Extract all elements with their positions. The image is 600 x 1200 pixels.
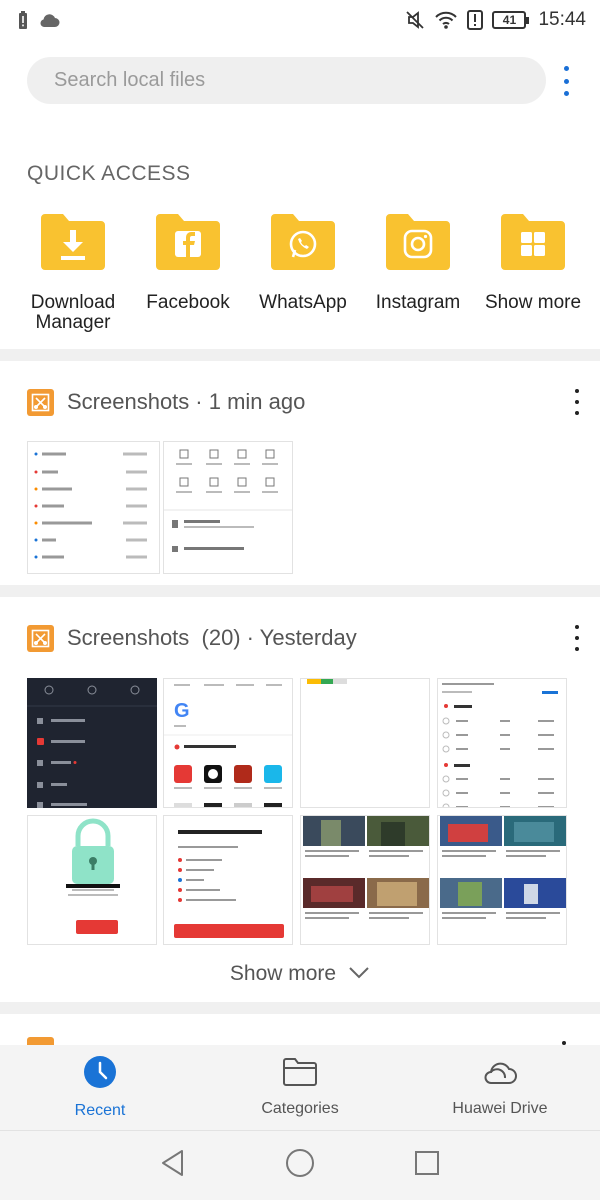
screenshot-thumbnail[interactable] [300, 678, 430, 808]
screenshot-icon [27, 388, 54, 416]
section-divider [0, 1002, 600, 1014]
show-more-button[interactable]: Show more [0, 962, 600, 986]
home-icon[interactable] [285, 1148, 315, 1183]
album-header-partial [27, 1037, 54, 1045]
quick-access-label: WhatsApp [259, 292, 347, 313]
more-options-icon[interactable] [556, 63, 576, 99]
quick-access-label: Facebook [146, 292, 230, 313]
mute-icon [404, 9, 426, 31]
grid-folder-icon [499, 212, 567, 277]
nav-label: Recent [74, 1102, 126, 1119]
show-more-label: Show more [229, 962, 337, 985]
section-divider [0, 585, 600, 597]
quick-access-label: Instagram [375, 292, 461, 313]
quick-access-show-more[interactable]: Show more [478, 212, 588, 333]
folder-icon [282, 1057, 318, 1092]
album-menu-icon[interactable] [572, 387, 582, 417]
screenshot-thumbnail[interactable]: G [163, 678, 293, 808]
quick-access-label: Download Manager [30, 292, 116, 333]
whatsapp-folder-icon [269, 212, 337, 277]
screenshot-icon [27, 624, 54, 652]
nav-recent[interactable]: Recent [0, 1045, 200, 1130]
quick-access-instagram[interactable]: Instagram [363, 212, 473, 333]
album-header[interactable]: Screenshots (20) · Yesterday [27, 623, 582, 653]
instagram-folder-icon [384, 212, 452, 277]
quick-access-facebook[interactable]: Facebook [133, 212, 243, 333]
section-divider [0, 349, 600, 361]
wifi-icon [434, 10, 458, 30]
screenshot-thumbnail[interactable] [27, 678, 157, 808]
quick-access-download-manager[interactable]: Download Manager [18, 212, 128, 333]
status-time: 15:44 [538, 9, 586, 30]
nav-huawei-drive[interactable]: Huawei Drive [400, 1045, 600, 1130]
quick-access-title: QUICK ACCESS [27, 162, 191, 185]
screenshot-thumbnail[interactable] [300, 815, 430, 945]
quick-access-label: Show more [484, 292, 582, 313]
nav-label: Huawei Drive [452, 1100, 548, 1117]
search-input[interactable] [54, 69, 546, 92]
alert-icon [466, 10, 484, 30]
facebook-folder-icon [154, 212, 222, 277]
album-menu-icon[interactable] [572, 623, 582, 653]
bottom-navigation: Recent Categories Huawei Drive [0, 1045, 600, 1130]
quick-access-whatsapp[interactable]: WhatsApp [248, 212, 358, 333]
cloud-drive-icon [482, 1057, 518, 1092]
album-header[interactable]: Screenshots · 1 min ago [27, 387, 582, 417]
nav-categories[interactable]: Categories [200, 1045, 400, 1130]
screenshot-thumbnail[interactable] [437, 678, 567, 808]
quick-access-row: Download Manager Facebook WhatsApp Insta… [18, 212, 588, 333]
nav-label: Categories [261, 1100, 339, 1117]
screenshot-thumbnail[interactable] [163, 815, 293, 945]
screenshot-thumbnail[interactable] [27, 441, 160, 574]
battery-icon: 41 [492, 11, 530, 29]
download-folder-icon [39, 212, 107, 277]
back-icon[interactable] [160, 1149, 186, 1182]
album-title: Screenshots [67, 389, 190, 414]
system-navigation-bar [0, 1130, 600, 1200]
screenshot-thumbnail[interactable] [163, 441, 293, 574]
screenshot-thumbnail[interactable] [27, 815, 157, 945]
cloud-icon [38, 12, 60, 28]
album-time: · Yesterday [246, 625, 357, 650]
screenshot-thumbnail[interactable] [437, 815, 567, 945]
recents-icon[interactable] [414, 1150, 440, 1181]
search-bar[interactable] [27, 57, 546, 104]
svg-text:G: G [174, 700, 190, 722]
chevron-down-icon [348, 962, 370, 986]
status-bar: 41 15:44 [0, 0, 600, 40]
album-title: Screenshots (20) [67, 625, 241, 650]
clock-icon [83, 1055, 117, 1094]
battery-alert-icon [18, 10, 28, 30]
album-time: · 1 min ago [195, 389, 306, 414]
